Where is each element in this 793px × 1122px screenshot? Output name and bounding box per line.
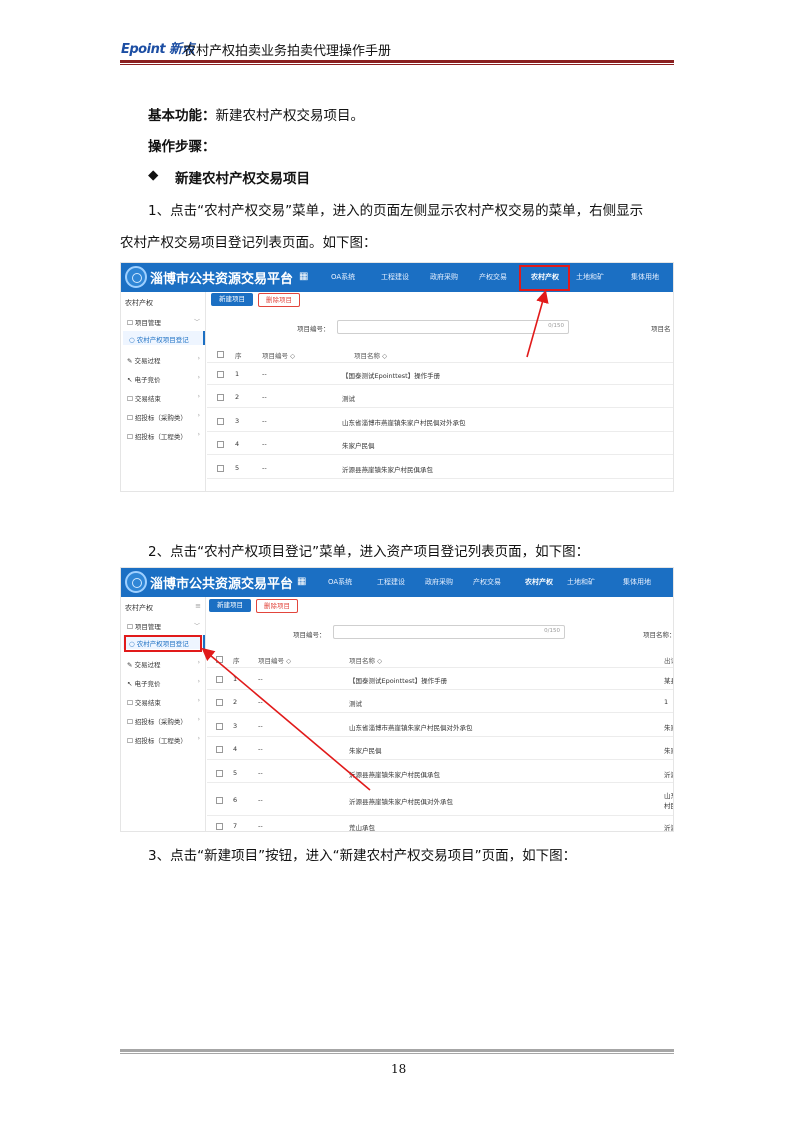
arrow-to-rural-nav [526,289,549,358]
footer-rule-thin [120,1053,674,1054]
page-number: 18 [391,1062,407,1076]
arrow-to-registration [201,647,371,791]
step3-text: 3、点击“新建项目”按钮，进入“新建农村产权交易项目”页面，如下图： [148,848,577,864]
footer-rule [120,1049,674,1052]
annotation-arrows [201,289,549,791]
